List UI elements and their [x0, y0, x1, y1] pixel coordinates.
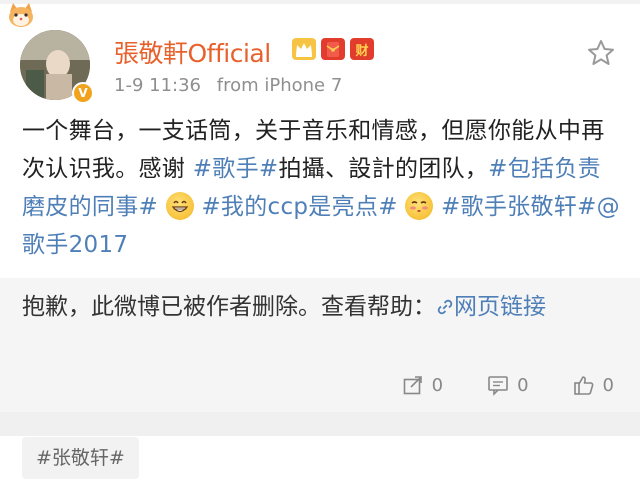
deleted-notice-text: 抱歉，此微博已被作者删除。查看帮助：	[22, 294, 436, 320]
like-count: 0	[602, 374, 614, 396]
wealth-badge-icon[interactable]: 财	[350, 38, 374, 60]
comment-icon	[488, 376, 508, 396]
hashtag-link[interactable]: #我的ccp是亮点#	[201, 194, 397, 220]
web-link-label[interactable]: 网页链接	[454, 294, 546, 320]
post-text-segment: 拍攝、設計的团队，	[278, 156, 489, 182]
deleted-notice: 抱歉，此微博已被作者删除。查看帮助： 网页链接	[22, 288, 622, 326]
verified-badge-icon: V	[72, 82, 94, 104]
web-link[interactable]: 网页链接	[436, 294, 546, 320]
author-name[interactable]: 張敬軒Official	[114, 34, 271, 70]
repost-actions: 0 0 0	[402, 374, 614, 396]
share-count: 0	[431, 374, 444, 396]
post-source[interactable]: from iPhone 7	[217, 75, 343, 96]
post-header: V 張敬軒Official 财 1-9 11:36 from iPhone 7	[0, 3, 640, 104]
post-time: 1-9 11:36	[114, 75, 201, 96]
thumbs-up-icon	[573, 376, 593, 395]
topic-tag-chip[interactable]: #张敬轩#	[22, 437, 139, 479]
section-divider	[0, 412, 640, 436]
comment-count: 0	[517, 374, 529, 396]
grin-emoji-icon	[165, 192, 194, 220]
star-icon[interactable]	[586, 38, 616, 68]
cat-sticker-icon	[9, 3, 33, 27]
kiss-emoji-icon	[405, 192, 434, 220]
red-envelope-badge-icon[interactable]	[321, 38, 345, 60]
user-badges: 财	[292, 38, 374, 60]
avatar[interactable]: V	[20, 30, 94, 104]
hashtag-link[interactable]: #歌手张敬轩#	[441, 194, 597, 220]
share-button[interactable]: 0	[402, 374, 443, 396]
like-button[interactable]: 0	[573, 374, 614, 396]
post-meta: 1-9 11:36 from iPhone 7	[114, 75, 352, 96]
share-icon	[403, 376, 422, 395]
comment-button[interactable]: 0	[487, 374, 529, 396]
post-body: 一个舞台，一支话筒，关于音乐和情感，但愿你能从中再次认识我。感谢 #歌手#拍攝、…	[22, 112, 622, 264]
hashtag-link[interactable]: #歌手#	[193, 156, 279, 182]
crown-badge-icon[interactable]	[292, 38, 316, 60]
link-icon	[437, 299, 453, 315]
